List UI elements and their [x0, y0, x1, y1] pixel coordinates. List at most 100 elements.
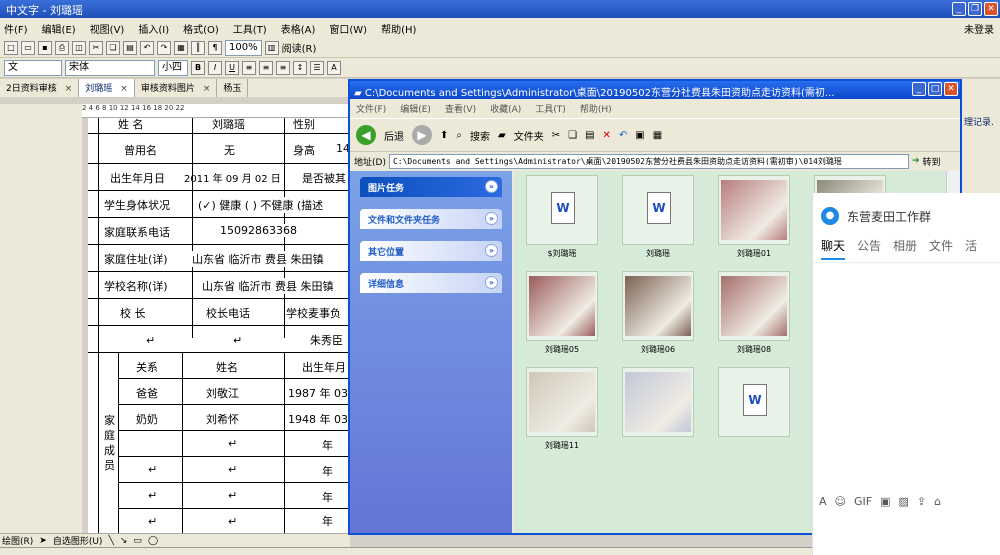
file-item[interactable]: 刘璐瑶11: [522, 367, 602, 451]
rectangle-icon[interactable]: ▭: [133, 536, 142, 546]
back-icon[interactable]: ◀: [356, 125, 376, 145]
tab-album[interactable]: 相册: [893, 237, 917, 260]
oval-icon[interactable]: ◯: [148, 536, 158, 546]
forward-icon[interactable]: ▶: [412, 125, 432, 145]
tab-yang[interactable]: 杨玉: [217, 79, 249, 97]
undo-icon[interactable]: ↶: [140, 40, 154, 55]
go-icon[interactable]: ➔: [912, 156, 920, 166]
file-item[interactable]: [618, 367, 698, 440]
task-file-folder[interactable]: 文件和文件夹任务 »: [360, 209, 502, 229]
back-button[interactable]: 后退: [384, 128, 404, 143]
ex-menu-favorites[interactable]: 收藏(A): [490, 102, 521, 115]
explorer-minimize-button[interactable]: _: [912, 82, 926, 96]
print-icon[interactable]: ⎙: [55, 40, 69, 55]
copy-icon[interactable]: ❏: [568, 130, 577, 141]
size-select[interactable]: 小四: [158, 59, 188, 76]
read-icon[interactable]: ▥: [264, 40, 279, 55]
side-link[interactable]: 理记录.: [964, 115, 994, 128]
tab-close-icon[interactable]: ×: [65, 84, 73, 94]
tab-files[interactable]: 文件: [929, 237, 953, 260]
gif-icon[interactable]: GIF: [854, 495, 872, 508]
numbering-icon[interactable]: ☰: [310, 60, 324, 75]
paragraph-icon[interactable]: ¶: [208, 40, 222, 55]
go-button[interactable]: 转到: [923, 155, 941, 168]
redo-icon[interactable]: ↷: [157, 40, 171, 55]
arrow-icon[interactable]: ↘: [120, 536, 128, 546]
views-icon[interactable]: ▦: [653, 130, 662, 141]
preview-icon[interactable]: ◫: [72, 40, 86, 55]
italic-icon[interactable]: I: [208, 60, 222, 75]
menu-edit[interactable]: 编辑(E): [42, 21, 76, 36]
menu-help[interactable]: 帮助(H): [381, 21, 416, 36]
document-page[interactable]: 姓 名 刘璐瑶 性别 曾用名 无 身高 14 出生年月日 2011 年 09 月…: [88, 118, 350, 533]
delete-icon[interactable]: ✕: [603, 130, 611, 141]
up-icon[interactable]: ⬆: [440, 130, 448, 141]
file-item[interactable]: 刘璐瑶06: [618, 271, 698, 355]
chevron-up-icon[interactable]: »: [485, 180, 498, 193]
chevron-down-icon[interactable]: »: [485, 244, 498, 257]
task-other-places[interactable]: 其它位置 »: [360, 241, 502, 261]
menu-format[interactable]: 格式(O): [183, 21, 219, 36]
tab-liuluyao[interactable]: 刘璐瑶 ×: [79, 79, 135, 97]
file-item[interactable]: 刘璐瑶01: [714, 175, 794, 259]
bold-icon[interactable]: B: [191, 60, 205, 75]
paste-icon[interactable]: ▤: [585, 130, 594, 141]
file-item[interactable]: 刘璐瑶05: [522, 271, 602, 355]
file-item[interactable]: W 刘璐瑶: [618, 175, 698, 259]
zoom-select[interactable]: 100%: [225, 39, 262, 56]
align-left-icon[interactable]: ≡: [242, 60, 256, 75]
align-right-icon[interactable]: ≡: [276, 60, 290, 75]
folders-button[interactable]: 文件夹: [514, 128, 544, 143]
tab-more[interactable]: 活: [965, 237, 977, 260]
ex-menu-view[interactable]: 查看(V): [445, 102, 476, 115]
autoshape-menu[interactable]: 自选图形(U): [53, 534, 103, 547]
file-item[interactable]: 刘璐瑶08: [714, 271, 794, 355]
image-icon[interactable]: ▨: [899, 495, 909, 508]
menu-view[interactable]: 视图(V): [90, 21, 125, 36]
tab-review[interactable]: 2日资料审核 ×: [0, 79, 80, 97]
line-spacing-icon[interactable]: ↕: [293, 60, 307, 75]
table-icon[interactable]: ▦: [174, 40, 188, 55]
horizontal-ruler[interactable]: 2 4 6 8 10 12 14 16 18 20 22: [82, 104, 350, 118]
undo-icon[interactable]: ↶: [619, 130, 627, 141]
file-item[interactable]: W $刘璐瑶: [522, 175, 602, 259]
screenshot-icon[interactable]: ▣: [880, 495, 890, 508]
font-select[interactable]: 宋体: [65, 59, 155, 76]
cut-icon[interactable]: ✂: [89, 40, 103, 55]
task-picture-tasks[interactable]: 图片任务 »: [360, 177, 502, 197]
menu-table[interactable]: 表格(A): [281, 21, 316, 36]
read-button[interactable]: 阅读(R): [282, 40, 317, 55]
properties-icon[interactable]: ▣: [635, 130, 644, 141]
new-icon[interactable]: □: [4, 40, 18, 55]
search-icon[interactable]: ⌕: [456, 130, 462, 141]
restore-button[interactable]: ❐: [968, 2, 982, 16]
copy-icon[interactable]: ❏: [106, 40, 120, 55]
open-icon[interactable]: ▭: [21, 40, 35, 55]
more-icon[interactable]: ⌂: [934, 495, 941, 508]
tab-close-icon[interactable]: ×: [203, 84, 211, 94]
emoji-icon[interactable]: ☺: [835, 495, 846, 508]
search-button[interactable]: 搜索: [470, 128, 490, 143]
draw-menu[interactable]: 绘图(R): [2, 534, 33, 547]
cursor-icon[interactable]: ➤: [39, 536, 47, 546]
paste-icon[interactable]: ▤: [123, 40, 137, 55]
file-item[interactable]: W: [714, 367, 794, 440]
menu-insert[interactable]: 插入(I): [138, 21, 169, 36]
ex-menu-edit[interactable]: 编辑(E): [400, 102, 431, 115]
menu-file[interactable]: 件(F): [4, 21, 28, 36]
menu-tools[interactable]: 工具(T): [233, 21, 267, 36]
minimize-button[interactable]: _: [952, 2, 966, 16]
tab-review-images[interactable]: 审核资料图片 ×: [135, 79, 218, 97]
ex-menu-file[interactable]: 文件(F): [356, 102, 386, 115]
font-color-icon[interactable]: A: [327, 60, 341, 75]
task-details[interactable]: 详细信息 »: [360, 273, 502, 293]
tab-notice[interactable]: 公告: [857, 237, 881, 260]
font-icon[interactable]: A: [819, 495, 827, 508]
columns-icon[interactable]: ║: [191, 40, 205, 55]
upload-icon[interactable]: ⇪: [917, 495, 926, 508]
tab-close-icon[interactable]: ×: [120, 84, 128, 94]
explorer-close-button[interactable]: ✕: [944, 82, 958, 96]
save-icon[interactable]: ▪: [38, 40, 52, 55]
address-input[interactable]: C:\Documents and Settings\Administrator\…: [388, 153, 909, 169]
ex-menu-help[interactable]: 帮助(H): [580, 102, 612, 115]
